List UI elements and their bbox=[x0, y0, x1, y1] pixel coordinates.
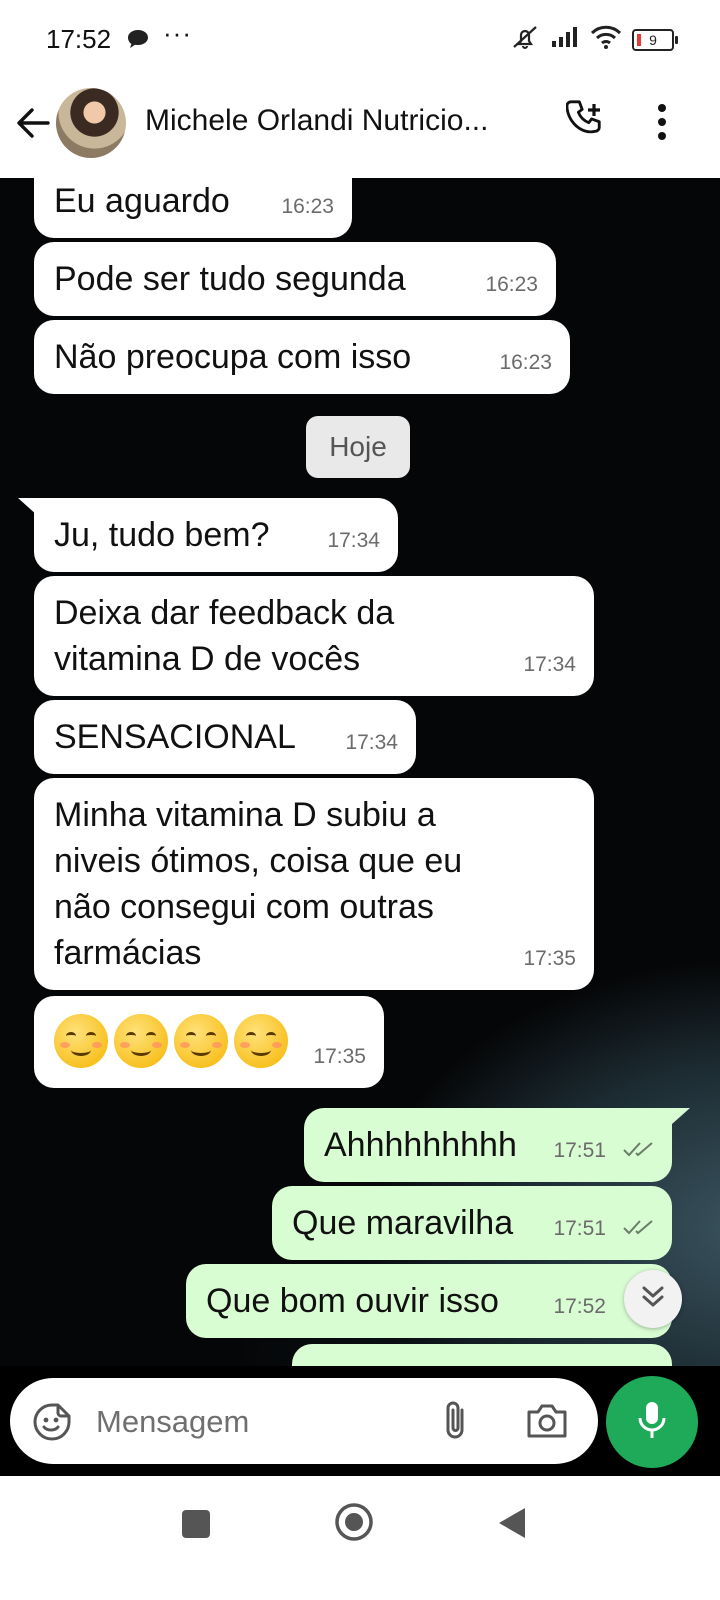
contact-name[interactable]: Michele Orlandi Nutricio... bbox=[145, 104, 525, 138]
message-bubble[interactable]: Eu aguardo 16:23 bbox=[34, 178, 352, 238]
system-nav-bar bbox=[0, 1476, 720, 1600]
status-icons: 9 bbox=[510, 24, 678, 55]
camera-icon[interactable] bbox=[525, 1402, 569, 1445]
message-bubble-outgoing[interactable]: Que bom ouvir isso 17:52 bbox=[186, 1264, 672, 1338]
message-text: Não preocupa com isso bbox=[54, 338, 412, 376]
message-text: Que bom ouvir isso bbox=[206, 1282, 499, 1320]
smiling-face-icon bbox=[54, 1014, 108, 1068]
composer bbox=[10, 1378, 598, 1464]
message-time: 16:23 bbox=[499, 351, 552, 374]
microphone-button[interactable] bbox=[606, 1376, 698, 1468]
signal-icon bbox=[550, 26, 580, 53]
message-time: 17:34 bbox=[345, 731, 398, 754]
message-bubble-outgoing[interactable]: Que maravilha 17:51 bbox=[272, 1186, 672, 1260]
message-input[interactable] bbox=[94, 1396, 398, 1448]
smiling-face-icon bbox=[114, 1014, 168, 1068]
nav-back-icon[interactable] bbox=[497, 1506, 527, 1545]
message-line: não consegui com outras bbox=[54, 888, 434, 926]
bubble-tail bbox=[672, 1108, 690, 1124]
sticker-icon[interactable] bbox=[32, 1402, 72, 1447]
message-line: farmácias bbox=[54, 934, 202, 972]
message-text: Pode ser tudo segunda bbox=[54, 260, 406, 298]
recents-icon[interactable] bbox=[182, 1510, 210, 1538]
message-bubble[interactable]: Ju, tudo bem? 17:34 bbox=[34, 498, 398, 572]
message-text: Ju, tudo bem? bbox=[54, 516, 270, 554]
message-text: Ahhhhhhhhh bbox=[324, 1126, 517, 1164]
message-time: 17:51 bbox=[553, 1139, 606, 1162]
message-line: Minha vitamina D subiu a bbox=[54, 796, 436, 834]
message-bubble-outgoing[interactable]: Ahhhhhhhhh 17:51 bbox=[304, 1108, 672, 1182]
message-time: 16:23 bbox=[485, 273, 538, 296]
message-bubble[interactable]: Pode ser tudo segunda 16:23 bbox=[34, 242, 556, 316]
chat-bubble-icon bbox=[126, 28, 150, 55]
more-vert-icon[interactable] bbox=[656, 102, 668, 147]
bubble-tail bbox=[18, 498, 38, 516]
message-text: Eu aguardo bbox=[54, 182, 230, 220]
status-time: 17:52 bbox=[46, 24, 112, 54]
smiling-face-icon bbox=[234, 1014, 288, 1068]
wifi-icon bbox=[590, 25, 622, 54]
scroll-to-bottom-button[interactable] bbox=[624, 1270, 682, 1328]
double-check-icon bbox=[622, 1202, 656, 1248]
avatar[interactable] bbox=[56, 88, 126, 158]
message-text: SENSACIONAL bbox=[54, 718, 296, 756]
mute-icon bbox=[510, 24, 540, 55]
message-time: 17:34 bbox=[523, 653, 576, 676]
message-line: vitamina D de vocês bbox=[54, 640, 361, 678]
arrow-left-icon[interactable] bbox=[14, 106, 52, 145]
message-bubble[interactable]: Minha vitamina D subiu a niveis ótimos, … bbox=[34, 778, 594, 990]
double-check-icon bbox=[622, 1124, 656, 1170]
status-bar: 17:52 ··· 9 bbox=[0, 0, 720, 78]
status-more: ··· bbox=[163, 18, 192, 48]
chat-header: Michele Orlandi Nutricio... bbox=[0, 78, 720, 178]
message-time: 17:52 bbox=[553, 1295, 606, 1318]
message-time: 17:51 bbox=[553, 1217, 606, 1240]
date-divider: Hoje bbox=[306, 416, 410, 478]
microphone-icon bbox=[635, 1399, 669, 1446]
message-time: 17:35 bbox=[523, 947, 576, 970]
message-text: Que maravilha bbox=[292, 1204, 514, 1242]
composer-bar bbox=[0, 1366, 720, 1476]
message-line: Deixa dar feedback da bbox=[54, 594, 395, 632]
message-bubble[interactable]: Deixa dar feedback da vitamina D de você… bbox=[34, 576, 594, 696]
phone-plus-icon[interactable] bbox=[565, 100, 606, 145]
message-time: 17:35 bbox=[313, 1045, 366, 1068]
battery-icon: 9 bbox=[632, 28, 678, 51]
home-icon[interactable] bbox=[334, 1502, 374, 1547]
chat-area[interactable]: Eu aguardo 16:23 Pode ser tudo segunda 1… bbox=[0, 178, 720, 1500]
message-time: 16:23 bbox=[281, 195, 334, 218]
double-chevron-down-icon bbox=[640, 1284, 666, 1315]
message-line: niveis ótimos, coisa que eu bbox=[54, 842, 463, 880]
smiling-face-icon bbox=[174, 1014, 228, 1068]
paperclip-icon[interactable] bbox=[440, 1400, 470, 1447]
message-bubble[interactable]: Não preocupa com isso 16:23 bbox=[34, 320, 570, 394]
message-time: 17:34 bbox=[327, 529, 380, 552]
message-bubble[interactable]: SENSACIONAL 17:34 bbox=[34, 700, 416, 774]
message-bubble[interactable]: 17:35 bbox=[34, 996, 384, 1088]
